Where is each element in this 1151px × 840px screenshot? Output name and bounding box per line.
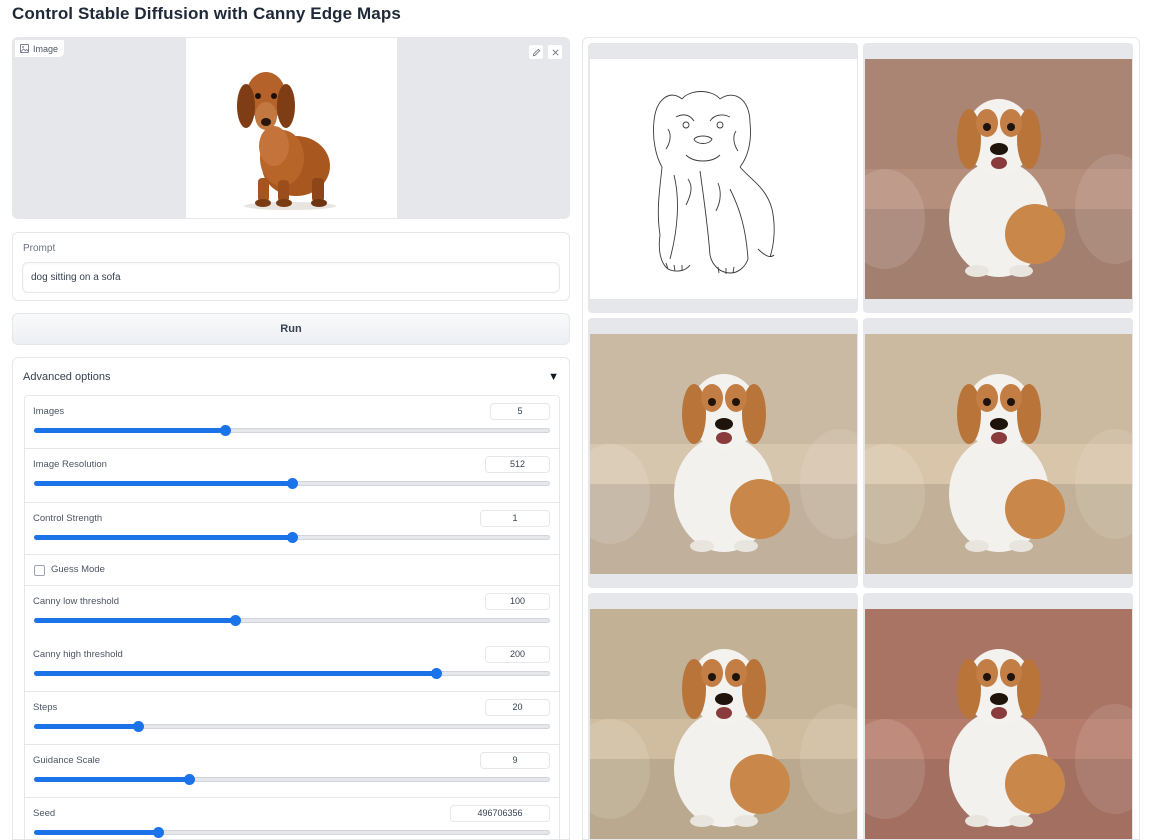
steps-number-input[interactable]: 20 [485,699,550,716]
gallery-item-5[interactable] [863,593,1133,839]
dog-on-sofa-drawing [865,59,1132,299]
advanced-options-label: Advanced options [23,370,111,383]
guidance-slider-thumb[interactable] [184,774,196,785]
low-threshold-number-input[interactable]: 100 [485,593,550,610]
dog-on-sofa-drawing [865,609,1132,839]
prompt-block: Prompt dog sitting on a sofa [12,232,570,301]
output-gallery [582,37,1140,840]
high-threshold-slider-thumb[interactable] [430,668,442,679]
low-threshold-label: Canny low threshold [33,596,120,607]
guess-mode-checkbox[interactable] [34,565,45,576]
guidance-slider-fill [34,777,189,782]
pencil-icon [532,48,540,56]
dog-on-sofa-drawing [590,609,857,839]
resolution-slider-row: Image Resolution 512 [25,449,559,502]
gallery-item-3[interactable] [863,318,1133,588]
high-threshold-slider-fill [34,671,435,676]
strength-slider[interactable] [34,532,550,543]
generated-image-1 [865,59,1132,299]
edit-button[interactable] [528,44,544,60]
caret-down-icon: ▼ [548,370,559,383]
image-label-text: Image [33,43,59,54]
low-threshold-slider-thumb[interactable] [230,615,242,626]
dog-on-sofa-drawing [590,334,857,574]
image-icon [20,44,29,53]
dog-on-sofa-drawing [865,334,1132,574]
gallery-item-2[interactable] [588,318,858,588]
low-threshold-slider-fill [34,618,235,623]
advanced-options-toggle[interactable]: Advanced options ▼ [13,358,569,395]
generated-image-2 [590,334,857,574]
advanced-options-panel: Advanced options ▼ Images 5 Image Resolu… [12,357,570,840]
seed-slider-thumb[interactable] [153,827,165,838]
input-image-panel[interactable]: Image [12,37,570,219]
advanced-options-content: Images 5 Image Resolution 512 Control St… [24,395,560,839]
gallery-item-4[interactable] [588,593,858,839]
guidance-slider-row: Guidance Scale 9 [25,745,559,798]
gallery-item-edge-map[interactable] [588,43,858,313]
low-threshold-slider-row: Canny low threshold 100 [25,586,559,639]
high-threshold-slider[interactable] [34,668,550,679]
resolution-slider-thumb[interactable] [287,478,298,489]
guidance-label: Guidance Scale [33,755,101,766]
generated-image-4 [590,609,857,839]
strength-slider-row: Control Strength 1 [25,502,559,555]
seed-slider[interactable] [34,827,550,838]
guess-mode-row: Guess Mode [25,555,559,586]
images-number-input[interactable]: 5 [490,403,550,420]
strength-slider-fill [34,535,291,540]
generated-image-3 [865,334,1132,574]
edge-map-drawing [653,91,775,274]
images-slider-row: Images 5 [25,396,559,449]
page-title: Control Stable Diffusion with Canny Edge… [12,4,401,23]
steps-slider-fill [34,724,137,729]
steps-slider-row: Steps 20 [25,692,559,745]
image-label: Image [15,40,65,57]
low-threshold-slider[interactable] [34,615,550,626]
guidance-number-input[interactable]: 9 [480,752,550,769]
clear-image-button[interactable] [547,44,563,60]
seed-slider-row: Seed 496706356 [25,798,559,839]
images-slider-thumb[interactable] [220,425,232,436]
gallery-item-1[interactable] [863,43,1133,313]
strength-slider-thumb[interactable] [287,532,298,543]
prompt-label: Prompt [23,243,56,254]
seed-label: Seed [33,808,56,819]
resolution-label: Image Resolution [33,459,107,470]
strength-number-input[interactable]: 1 [480,510,550,527]
image-tools [528,44,563,60]
high-threshold-slider-row: Canny high threshold 200 [25,639,559,692]
images-label: Images [33,406,65,417]
resolution-slider[interactable] [34,478,550,489]
steps-slider-thumb[interactable] [132,721,144,732]
images-slider-fill [34,428,225,433]
resolution-slider-fill [34,481,291,486]
run-button[interactable]: Run [12,313,570,345]
high-threshold-label: Canny high threshold [33,649,123,660]
guidance-slider[interactable] [34,774,550,785]
seed-slider-fill [34,830,158,835]
guess-mode-label: Guess Mode [51,564,105,575]
steps-label: Steps [33,702,58,713]
strength-label: Control Strength [33,513,103,524]
close-icon [551,48,559,56]
resolution-number-input[interactable]: 512 [485,456,550,473]
high-threshold-number-input[interactable]: 200 [485,646,550,663]
input-dog-image [186,38,397,218]
seed-number-input[interactable]: 496706356 [450,805,550,822]
edge-map-image [590,59,857,299]
prompt-input[interactable]: dog sitting on a sofa [22,262,560,293]
images-slider[interactable] [34,425,550,436]
generated-image-5 [865,609,1132,839]
steps-slider[interactable] [34,721,550,732]
